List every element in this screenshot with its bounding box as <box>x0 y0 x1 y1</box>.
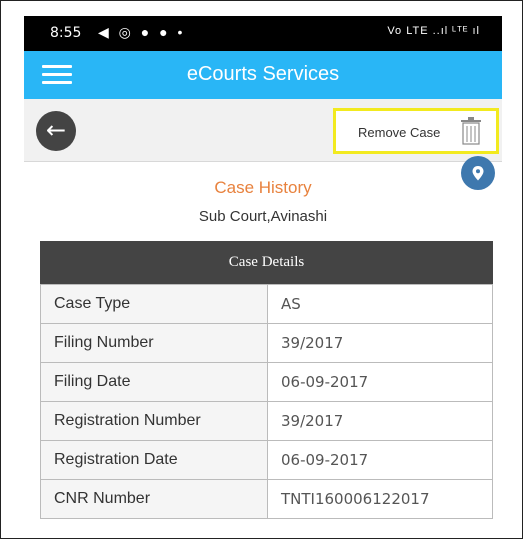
table-row: CNR Number TNTI160006122017 <box>40 479 493 519</box>
phone-screen: 8:55 ◀ ◎ ● ● • Vo LTE ..ıl ᴸᵀᴱ ıl eCourt… <box>24 16 502 536</box>
row-value: 39/2017 <box>267 401 493 441</box>
row-label: Registration Date <box>40 440 268 480</box>
notification-icons: ◀ ◎ ● ● • <box>98 24 186 40</box>
case-details-card: Case Details Case Type AS Filing Number … <box>40 241 493 519</box>
row-label: Filing Date <box>40 362 268 402</box>
arrow-left-icon: ← <box>45 116 67 144</box>
case-toolbar: ← Remove Case <box>24 99 502 162</box>
row-label: CNR Number <box>40 479 268 519</box>
app-bar: eCourts Services <box>24 51 502 99</box>
case-details-header: Case Details <box>40 241 493 284</box>
table-row: Registration Date 06-09-2017 <box>40 440 493 480</box>
case-details-table: Case Type AS Filing Number 39/2017 Filin… <box>40 284 493 519</box>
row-label: Filing Number <box>40 323 268 363</box>
signal-battery-icons: Vo LTE ..ıl ᴸᵀᴱ ıl <box>387 25 480 37</box>
table-row: Case Type AS <box>40 284 493 324</box>
table-row: Filing Date 06-09-2017 <box>40 362 493 402</box>
status-time: 8:55 <box>50 25 82 41</box>
row-label: Case Type <box>40 284 268 324</box>
table-row: Registration Number 39/2017 <box>40 401 493 441</box>
row-label: Registration Number <box>40 401 268 441</box>
row-value: 39/2017 <box>267 323 493 363</box>
court-name: Sub Court,Avinashi <box>198 208 328 225</box>
row-value: 06-09-2017 <box>267 362 493 402</box>
case-history-title: Case History <box>214 178 312 197</box>
remove-case-button[interactable]: Remove Case <box>333 108 499 154</box>
row-value: 06-09-2017 <box>267 440 493 480</box>
remove-case-label: Remove Case <box>358 125 441 140</box>
trash-icon <box>461 117 481 145</box>
row-value: AS <box>267 284 493 324</box>
app-title: eCourts Services <box>186 63 340 85</box>
back-button[interactable]: ← <box>36 111 76 151</box>
row-value: TNTI160006122017 <box>267 479 493 519</box>
table-row: Filing Number 39/2017 <box>40 323 493 363</box>
status-bar: 8:55 ◀ ◎ ● ● • Vo LTE ..ıl ᴸᵀᴱ ıl <box>24 16 502 51</box>
